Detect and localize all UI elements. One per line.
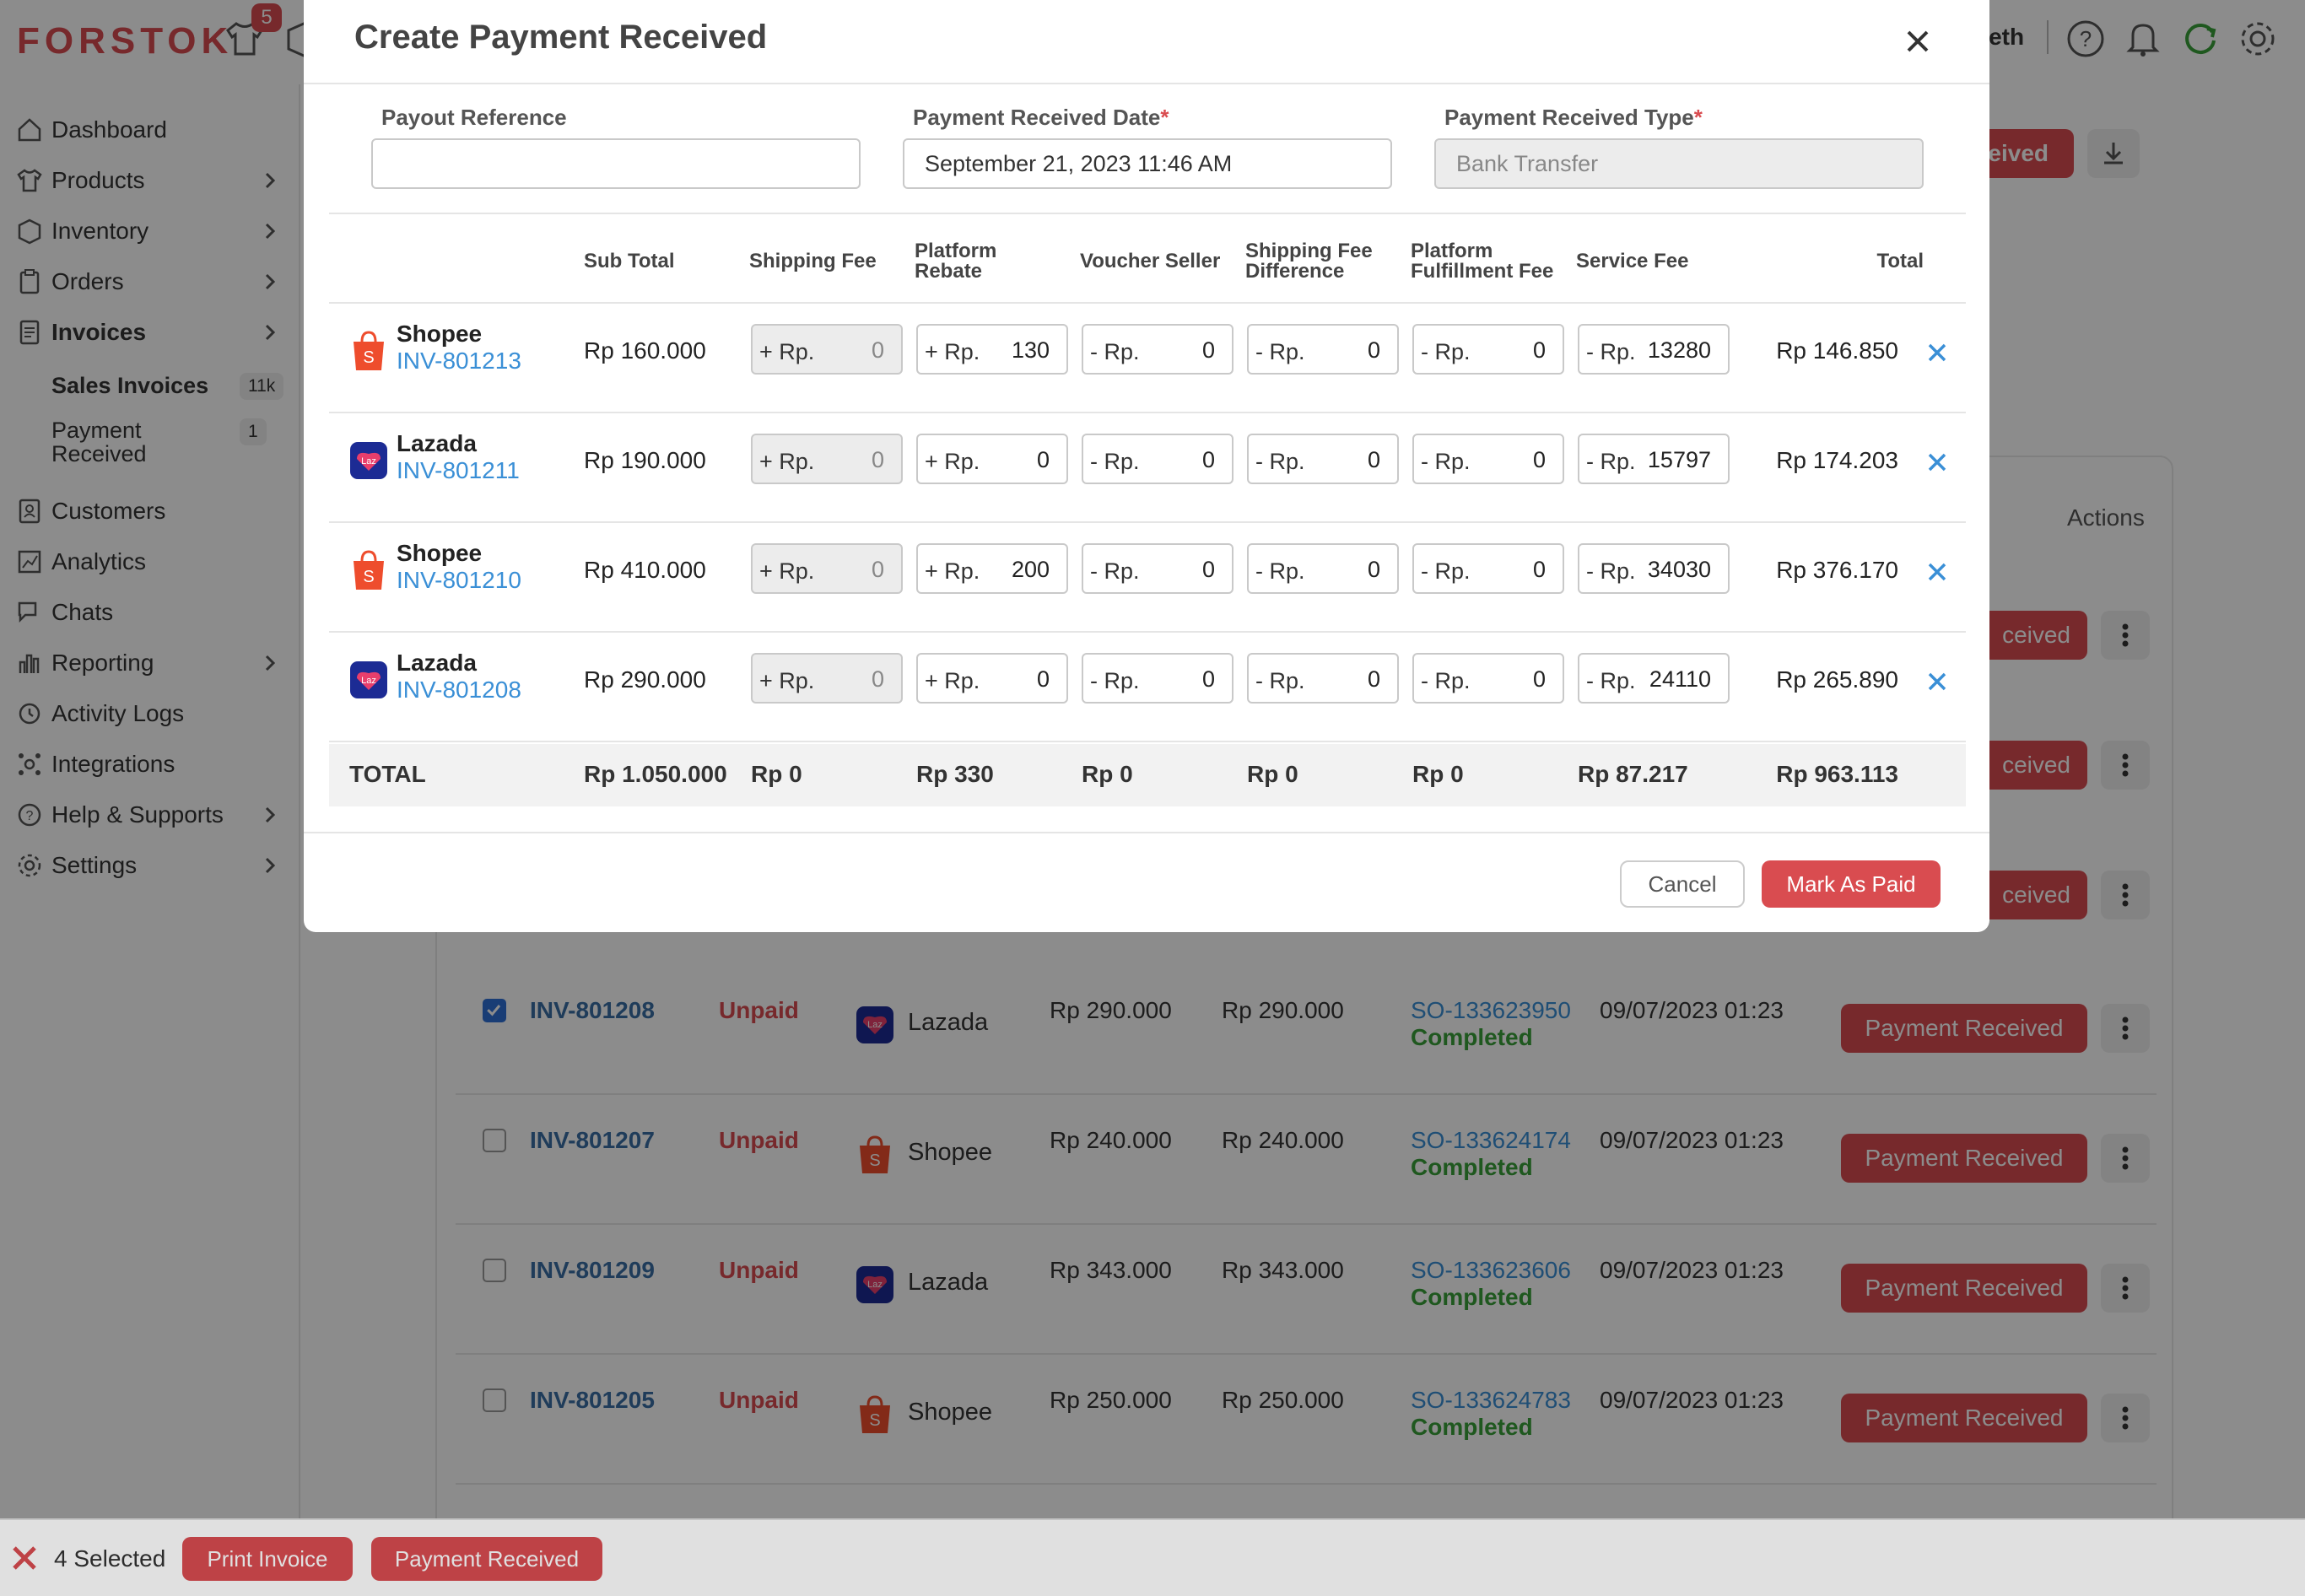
row-total: Rp 376.170 <box>1776 557 1898 583</box>
row-total: Rp 146.850 <box>1776 337 1898 364</box>
lazada-logo-icon: Laz <box>350 661 387 698</box>
payment-row: Laz Lazada INV-801211 Rp 190.000 + Rp. 0 … <box>329 413 1966 523</box>
dialog-title: Create Payment Received <box>354 19 768 56</box>
payment-row: Laz Lazada INV-801208 Rp 290.000 + Rp. 0 … <box>329 633 1966 742</box>
service-fee-input[interactable]: - Rp. 15797 <box>1578 434 1730 484</box>
total-sub-total: Rp 1.050.000 <box>584 761 727 787</box>
platform-fulfillment-fee-input[interactable]: - Rp. 0 <box>1412 324 1564 375</box>
sub-total: Rp 290.000 <box>584 666 706 693</box>
total-shipping-fee-difference: Rp 0 <box>1247 761 1298 787</box>
sub-total: Rp 190.000 <box>584 447 706 473</box>
payment-date-input[interactable]: September 21, 2023 11:46 AM <box>903 138 1392 189</box>
voucher-seller-input[interactable]: - Rp. 0 <box>1082 434 1233 484</box>
column-header: Shipping Fee <box>749 250 877 272</box>
shipping-fee-input: + Rp. 0 <box>751 543 903 594</box>
shipping-fee-difference-input[interactable]: - Rp. 0 <box>1247 324 1399 375</box>
marketplace-name: Lazada <box>397 650 477 676</box>
row-total: Rp 174.203 <box>1776 447 1898 473</box>
invoice-link[interactable]: INV-801210 <box>397 567 521 594</box>
svg-text:S: S <box>363 348 374 367</box>
shopee-logo-icon: S <box>354 331 384 370</box>
invoice-link[interactable]: INV-801213 <box>397 348 521 375</box>
payment-date-label: Payment Received Date* <box>913 105 1169 130</box>
svg-text:Laz: Laz <box>361 676 376 686</box>
payment-row: S Shopee INV-801213 Rp 160.000 + Rp. 0 + … <box>329 304 1966 413</box>
column-header: Platform Rebate <box>915 240 997 283</box>
shipping-fee-difference-input[interactable]: - Rp. 0 <box>1247 434 1399 484</box>
divider <box>304 832 1989 833</box>
payout-reference-input[interactable] <box>371 138 861 189</box>
divider <box>304 83 1989 84</box>
column-header: Sub Total <box>584 250 675 272</box>
total-service-fee: Rp 87.217 <box>1578 761 1688 787</box>
platform-rebate-input[interactable]: + Rp. 0 <box>916 434 1068 484</box>
remove-row-icon[interactable] <box>1925 450 1949 474</box>
column-header: Platform Fulfillment Fee <box>1411 240 1554 283</box>
payment-row: S Shopee INV-801210 Rp 410.000 + Rp. 0 + … <box>329 523 1966 633</box>
total-platform-rebate: Rp 330 <box>916 761 994 787</box>
close-icon[interactable] <box>1903 27 1932 56</box>
mark-as-paid-button[interactable]: Mark As Paid <box>1762 860 1941 908</box>
remove-row-icon[interactable] <box>1925 560 1949 584</box>
modal-backdrop <box>0 1518 2305 1596</box>
totals-label: TOTAL <box>349 761 426 787</box>
grand-total: Rp 963.113 <box>1776 761 1898 787</box>
column-header: Voucher Seller <box>1080 250 1221 272</box>
platform-rebate-input[interactable]: + Rp. 130 <box>916 324 1068 375</box>
payment-type-select[interactable]: Bank Transfer <box>1434 138 1924 189</box>
total-voucher-seller: Rp 0 <box>1082 761 1133 787</box>
lazada-logo-icon: Laz <box>350 442 387 479</box>
service-fee-input[interactable]: - Rp. 34030 <box>1578 543 1730 594</box>
shipping-fee-difference-input[interactable]: - Rp. 0 <box>1247 543 1399 594</box>
invoice-link[interactable]: INV-801211 <box>397 457 520 484</box>
total-shipping-fee: Rp 0 <box>751 761 802 787</box>
sub-total: Rp 410.000 <box>584 557 706 583</box>
cancel-button[interactable]: Cancel <box>1620 860 1745 908</box>
voucher-seller-input[interactable]: - Rp. 0 <box>1082 543 1233 594</box>
sub-total: Rp 160.000 <box>584 337 706 364</box>
create-payment-received-dialog: Create Payment Received Payout Reference… <box>304 0 1989 932</box>
platform-fulfillment-fee-input[interactable]: - Rp. 0 <box>1412 434 1564 484</box>
platform-fulfillment-fee-input[interactable]: - Rp. 0 <box>1412 543 1564 594</box>
shopee-logo-icon: S <box>354 550 384 590</box>
column-header: Service Fee <box>1576 250 1689 272</box>
payment-type-label: Payment Received Type* <box>1444 105 1703 130</box>
marketplace-name: Lazada <box>397 430 477 456</box>
totals-row: TOTAL Rp 1.050.000 Rp 0 Rp 330 Rp 0 Rp 0… <box>329 744 1966 806</box>
platform-rebate-input[interactable]: + Rp. 0 <box>916 653 1068 704</box>
shipping-fee-difference-input[interactable]: - Rp. 0 <box>1247 653 1399 704</box>
remove-row-icon[interactable] <box>1925 670 1949 693</box>
shipping-fee-input: + Rp. 0 <box>751 324 903 375</box>
row-total: Rp 265.890 <box>1776 666 1898 693</box>
voucher-seller-input[interactable]: - Rp. 0 <box>1082 324 1233 375</box>
table-header: Sub Total Shipping Fee Platform Rebate V… <box>329 213 1966 304</box>
remove-row-icon[interactable] <box>1925 341 1949 364</box>
voucher-seller-input[interactable]: - Rp. 0 <box>1082 653 1233 704</box>
total-platform-fulfillment-fee: Rp 0 <box>1412 761 1464 787</box>
invoice-link[interactable]: INV-801208 <box>397 677 521 704</box>
platform-fulfillment-fee-input[interactable]: - Rp. 0 <box>1412 653 1564 704</box>
shipping-fee-input: + Rp. 0 <box>751 653 903 704</box>
service-fee-input[interactable]: - Rp. 13280 <box>1578 324 1730 375</box>
service-fee-input[interactable]: - Rp. 24110 <box>1578 653 1730 704</box>
marketplace-name: Shopee <box>397 540 483 566</box>
payout-reference-label: Payout Reference <box>381 105 567 130</box>
svg-text:S: S <box>363 568 374 586</box>
platform-rebate-input[interactable]: + Rp. 200 <box>916 543 1068 594</box>
marketplace-name: Shopee <box>397 321 483 347</box>
shipping-fee-input: + Rp. 0 <box>751 434 903 484</box>
column-header: Shipping Fee Difference <box>1245 240 1373 283</box>
column-header: Total <box>1876 250 1924 272</box>
svg-text:Laz: Laz <box>361 456 376 466</box>
